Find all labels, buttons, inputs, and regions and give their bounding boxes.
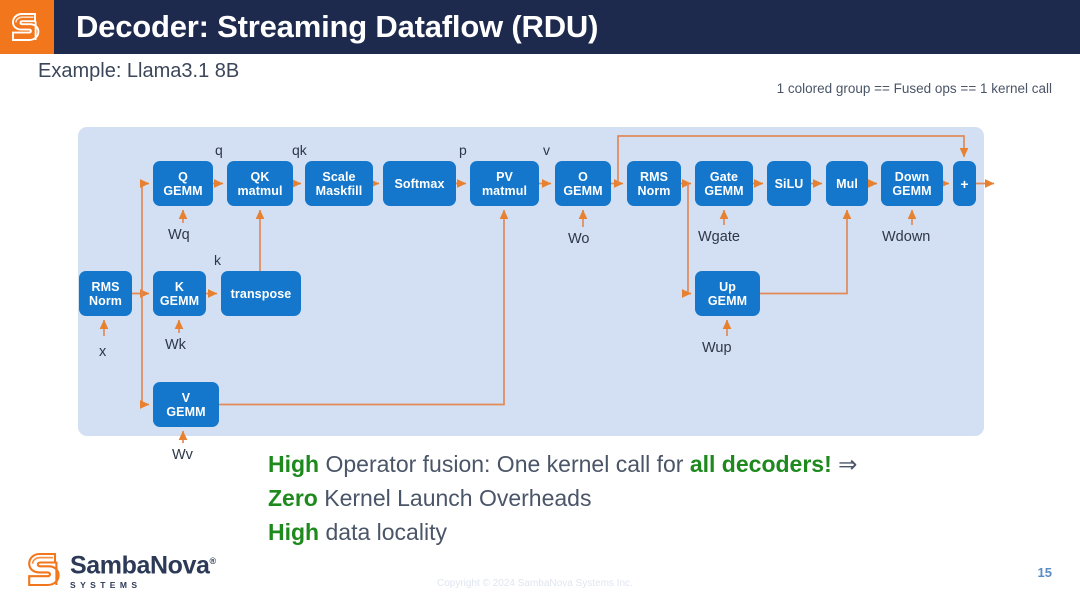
node-sublabel: Norm	[637, 183, 671, 198]
bullet-text: Operator fusion: One kernel call for	[319, 451, 690, 477]
edge-label-k: k	[214, 252, 221, 268]
node-sublabel: Norm	[88, 293, 123, 308]
label-weight-wk: Wk	[165, 337, 186, 353]
label-input-x: x	[99, 344, 107, 360]
node-gate-gemm[interactable]: Gate GEMM	[695, 161, 753, 206]
bullet-keyword: Zero	[268, 485, 318, 511]
node-transpose[interactable]: transpose	[221, 271, 301, 316]
node-label: RMS	[639, 169, 669, 184]
node-sublabel: GEMM	[704, 183, 744, 198]
node-up-gemm[interactable]: Up GEMM	[695, 271, 760, 316]
node-label: Mul	[836, 176, 858, 191]
node-qk-matmul[interactable]: QK matmul	[227, 161, 293, 206]
node-sublabel: GEMM	[166, 404, 206, 419]
label-weight-wo: Wo	[568, 231, 590, 247]
bullet-text: data locality	[319, 519, 447, 545]
node-silu[interactable]: SiLU	[767, 161, 811, 206]
sambanova-mark-icon	[0, 0, 54, 54]
node-pv-matmul[interactable]: PV matmul	[470, 161, 539, 206]
edge-label-q: q	[215, 142, 223, 158]
node-add[interactable]: +	[953, 161, 976, 206]
sambanova-mark-icon	[28, 553, 60, 587]
node-label: Scale	[322, 169, 356, 184]
node-rms-norm-1[interactable]: RMS Norm	[79, 271, 132, 316]
brand-trademark: ®	[209, 556, 217, 566]
node-mul[interactable]: Mul	[826, 161, 868, 206]
label-weight-wdown: Wdown	[882, 229, 931, 245]
node-k-gemm[interactable]: K GEMM	[153, 271, 206, 316]
node-label: +	[960, 175, 969, 192]
node-label: Up	[719, 279, 736, 294]
brand-name: SambaNova®	[70, 549, 216, 578]
label-weight-wq: Wq	[168, 227, 190, 243]
bullet-keyword: High	[268, 519, 320, 545]
label-weight-wv: Wv	[172, 447, 193, 463]
node-sublabel: GEMM	[563, 183, 603, 198]
node-label: Down	[894, 169, 930, 184]
list-item: High Operator fusion: One kernel call fo…	[268, 447, 1028, 481]
node-sublabel: GEMM	[163, 183, 203, 198]
node-label: Gate	[709, 169, 739, 184]
takeaway-list: High Operator fusion: One kernel call fo…	[268, 447, 1028, 549]
node-o-gemm[interactable]: O GEMM	[555, 161, 611, 206]
node-sublabel: GEMM	[707, 293, 748, 308]
footer-brand: SambaNova® SYSTEMS	[26, 549, 216, 591]
node-down-gemm[interactable]: Down GEMM	[881, 161, 943, 206]
page-title: Decoder: Streaming Dataflow (RDU)	[76, 9, 599, 44]
bullet-text: Kernel Launch Overheads	[317, 485, 592, 511]
node-v-gemm[interactable]: V GEMM	[153, 382, 219, 427]
node-label: PV	[496, 169, 513, 184]
node-softmax[interactable]: Softmax	[383, 161, 456, 206]
node-label: K	[174, 279, 185, 294]
list-item: Zero Kernel Launch Overheads	[268, 481, 1028, 515]
brand-name-text: SambaNova	[70, 551, 210, 580]
node-label: Q	[178, 169, 188, 184]
node-label: QK	[250, 169, 270, 184]
node-label: transpose	[230, 286, 292, 301]
bullet-suffix: ⇒	[831, 451, 858, 477]
edge-label-v: v	[543, 142, 550, 158]
node-sublabel: Maskfill	[315, 183, 363, 198]
node-sublabel: matmul	[237, 183, 283, 198]
node-label: RMS	[91, 279, 120, 294]
slide-canvas: Decoder: Streaming Dataflow (RDU) Exampl…	[0, 0, 1080, 606]
copyright-notice: Copyright © 2024 SambaNova Systems Inc.	[437, 578, 633, 589]
brand-subtitle: SYSTEMS	[70, 580, 142, 591]
node-sublabel: GEMM	[892, 183, 932, 198]
bullet-keyword: High	[268, 451, 320, 477]
label-weight-wup: Wup	[702, 340, 732, 356]
node-sublabel: GEMM	[159, 293, 200, 308]
node-sublabel: matmul	[481, 183, 528, 198]
edge-label-qk: qk	[292, 142, 307, 158]
slide-header: Decoder: Streaming Dataflow (RDU)	[0, 0, 1080, 54]
node-label: Softmax	[394, 176, 445, 191]
footer-wordmark: SambaNova® SYSTEMS	[70, 549, 216, 591]
node-rms-norm-2[interactable]: RMS Norm	[627, 161, 681, 206]
node-label: SiLU	[774, 176, 804, 191]
label-weight-wgate: Wgate	[698, 229, 740, 245]
subtitle: Example: Llama3.1 8B	[38, 60, 240, 82]
node-label: O	[578, 169, 588, 184]
bullet-emphasis: all decoders!	[689, 451, 832, 477]
list-item: High data locality	[268, 515, 1028, 549]
node-scale-maskfill[interactable]: Scale Maskfill	[305, 161, 373, 206]
legend-note: 1 colored group == Fused ops == 1 kernel…	[776, 81, 1052, 96]
node-q-gemm[interactable]: Q GEMM	[153, 161, 213, 206]
node-label: V	[181, 390, 191, 405]
page-number: 15	[1037, 565, 1052, 580]
edge-label-p: p	[459, 142, 467, 158]
